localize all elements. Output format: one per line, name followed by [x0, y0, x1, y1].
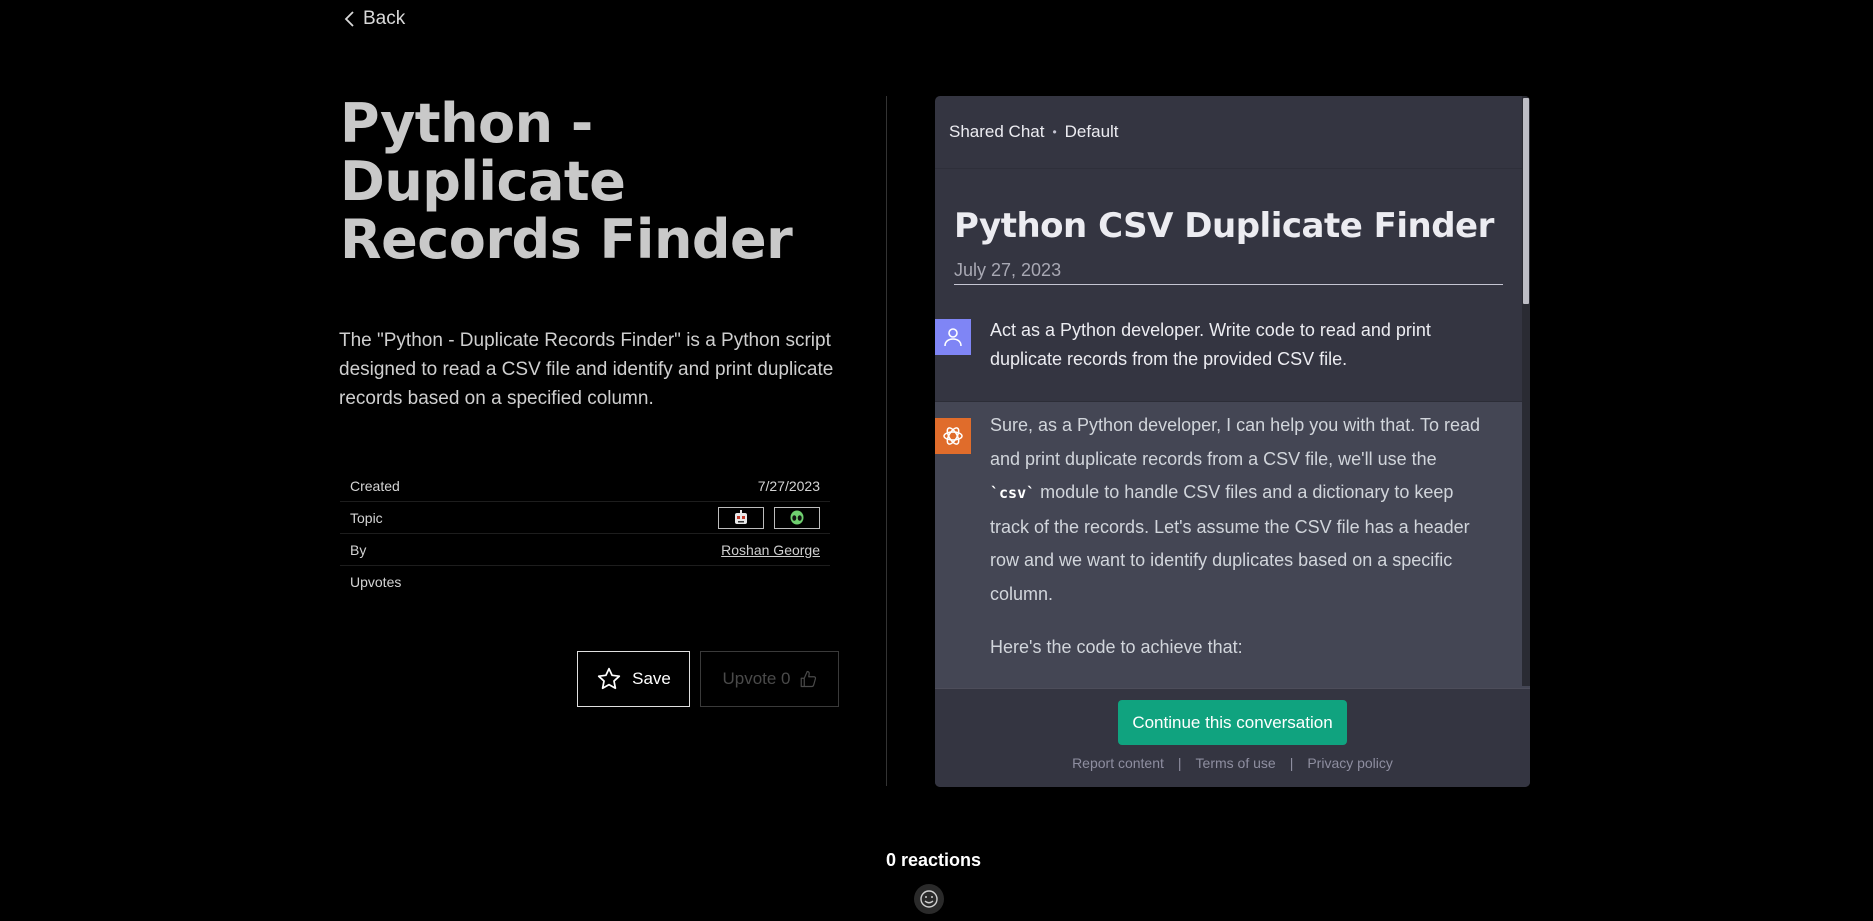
continue-conversation-button[interactable]: Continue this conversation — [1118, 700, 1347, 745]
chevron-left-icon — [344, 11, 354, 27]
upvotes-label: Upvotes — [350, 574, 402, 590]
thumbs-up-icon — [800, 670, 816, 688]
star-icon — [597, 667, 621, 690]
add-reaction-button[interactable] — [914, 884, 944, 914]
reactions-count: 0 reactions — [886, 850, 982, 870]
smiley-icon — [920, 890, 938, 908]
assistant-avatar — [935, 418, 971, 454]
chat-scrollbar[interactable] — [1522, 96, 1530, 686]
chat-title: Python CSV Duplicate Finder — [954, 206, 1494, 246]
author-link[interactable]: Roshan George — [721, 542, 820, 558]
chat-footer: Continue this conversation Report conten… — [935, 688, 1530, 787]
topic-tag-alien[interactable] — [774, 506, 820, 529]
save-label: Save — [632, 669, 671, 688]
meta-row-by: By Roshan George — [340, 534, 830, 566]
assistant-text-part2: module to handle CSV files and a diction… — [990, 482, 1470, 604]
chat-date: July 27, 2023 — [954, 260, 1503, 285]
user-icon — [944, 328, 962, 347]
by-label: By — [350, 541, 367, 558]
footer-separator: | — [1177, 755, 1182, 771]
topic-tag-robot[interactable] — [718, 506, 764, 529]
assistant-text-part1: Sure, as a Python developer, I can help … — [990, 415, 1480, 469]
openai-logo-icon — [943, 427, 963, 445]
back-link[interactable]: Back — [343, 8, 405, 30]
report-content-link[interactable]: Report content — [1072, 755, 1164, 771]
user-message: Act as a Python developer. Write code to… — [935, 319, 1530, 402]
page-title: Python - Duplicate Records Finder — [340, 92, 793, 271]
topic-label: Topic — [350, 509, 383, 526]
vertical-divider — [886, 96, 887, 786]
chat-header-model: Default — [1064, 122, 1119, 141]
shared-chat-panel: Shared Chat • Default Python CSV Duplica… — [935, 96, 1530, 787]
page-description: The "Python - Duplicate Records Finder" … — [339, 330, 834, 409]
robot-face-icon — [735, 509, 747, 524]
upvote-button[interactable]: Upvote 0 — [700, 651, 839, 707]
user-message-text: Act as a Python developer. Write code to… — [990, 320, 1431, 369]
meta-row-upvotes: Upvotes — [340, 566, 830, 598]
topic-list — [718, 506, 820, 529]
chat-header: Shared Chat • Default — [935, 96, 1530, 169]
chat-header-dot: • — [1052, 125, 1057, 139]
meta-row-created: Created 7/27/2023 — [340, 470, 830, 502]
created-value: 7/27/2023 — [757, 477, 820, 494]
assistant-para-1: Sure, as a Python developer, I can help … — [990, 409, 1480, 611]
save-button[interactable]: Save — [577, 651, 690, 707]
terms-of-use-link[interactable]: Terms of use — [1196, 755, 1276, 771]
chat-header-shared: Shared Chat — [949, 122, 1045, 141]
assistant-para-2: Here's the code to achieve that: — [990, 637, 1243, 657]
privacy-policy-link[interactable]: Privacy policy — [1307, 755, 1393, 771]
back-label: Back — [363, 8, 406, 29]
created-label: Created — [350, 477, 400, 494]
inline-code: `csv` — [990, 484, 1036, 502]
alien-face-icon — [790, 510, 804, 524]
meta-row-topic: Topic — [340, 502, 830, 534]
user-avatar — [935, 319, 971, 355]
footer-separator: | — [1289, 755, 1294, 771]
upvote-label: Upvote 0 — [722, 669, 791, 688]
meta-table: Created 7/27/2023 Topic By Roshan George… — [340, 470, 830, 598]
footer-links: Report content | Terms of use | Privacy … — [1072, 755, 1393, 771]
chat-scrollbar-thumb[interactable] — [1523, 98, 1529, 304]
